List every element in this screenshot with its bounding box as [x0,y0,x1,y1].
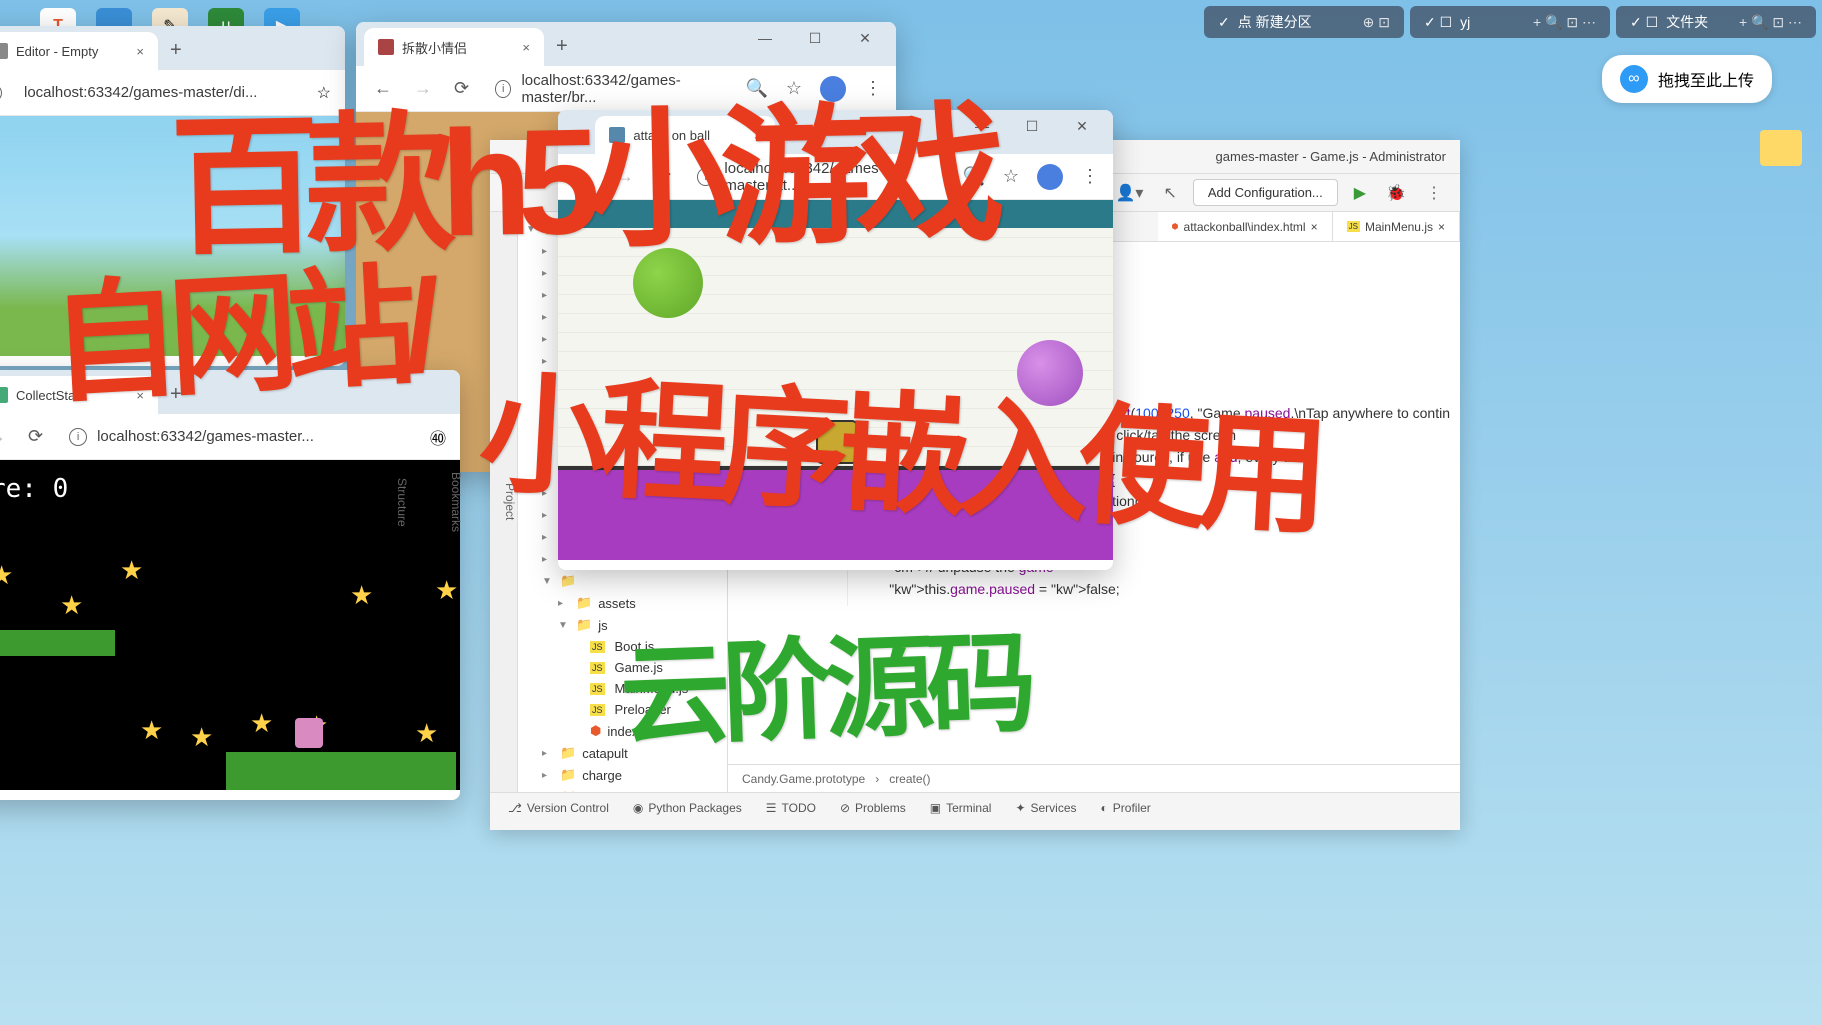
chrome-window-collectstart: CollectStart× + → ⟳ ilocalhost:63342/gam… [0,370,460,800]
cloud-icon: ∞ [1620,65,1648,93]
run-icon[interactable]: ▶ [1350,179,1370,207]
more-icon[interactable]: ⋮ [1422,179,1446,207]
forward-button[interactable]: → [410,74,436,103]
browser-tab[interactable]: attack on ball× [595,116,775,154]
chrome-window-editor: Editor - Empty× + i localhost:63342/game… [0,26,345,366]
star-icon[interactable]: ☆ [786,78,802,99]
star-icon[interactable]: ☆ [1003,166,1019,187]
bottom-tab[interactable]: ⊘ Problems [840,801,906,815]
browser-tab[interactable]: Editor - Empty× [0,32,158,70]
tree-file[interactable]: MainMenu.js [518,678,727,699]
back-button[interactable]: ← [370,74,396,103]
reload-button[interactable]: ⟳ [24,422,47,451]
new-tab-button[interactable]: + [158,375,194,414]
close-icon[interactable]: × [136,388,144,403]
close-button[interactable]: ✕ [842,22,888,54]
close-icon[interactable]: × [136,44,144,59]
zoom-icon[interactable]: 🔍 [962,166,984,187]
minimize-button[interactable]: — [742,22,788,54]
ide-bottom-tabs: ⎇ Version Control ◉ Python Packages ☰ TO… [490,792,1460,822]
back-icon[interactable]: ↖ [1159,179,1180,207]
editor-tab[interactable]: JSMainMenu.js × [1333,212,1460,241]
address-bar[interactable]: ilocalhost:63342/games-master/at... [689,160,948,194]
tree-file[interactable]: Preloader [518,699,727,720]
address-bar[interactable]: localhost:63342/games-master/di... [16,84,303,101]
close-icon[interactable]: × [754,128,762,143]
left-rail[interactable]: Project Bookmarks Structure [490,212,518,792]
back-button[interactable]: ← [572,162,598,191]
new-tab-button[interactable]: + [544,27,580,66]
game-viewport[interactable] [0,116,345,356]
player-sprite [295,718,323,748]
score-label: re: 0 [0,460,460,518]
maximize-button[interactable]: ☐ [1009,110,1055,142]
bottom-tab[interactable]: ☰ TODO [766,801,816,815]
desktop-tab[interactable]: ✓ ☐ 文件夹+ 🔍 ⊡ ⋯ [1616,6,1816,38]
zoom-icon[interactable]: 🔍 [745,78,767,99]
tree-file[interactable]: Game.js [518,657,727,678]
minimize-button[interactable]: — [959,110,1005,142]
bottom-tab[interactable]: ✦ Services [1015,801,1076,815]
run-config-select[interactable]: Add Configuration... [1193,179,1338,206]
purple-ball [1017,340,1083,406]
translate-icon[interactable]: ㊵ [430,425,446,449]
reload-button[interactable]: ⟳ [652,162,675,191]
new-tab-button[interactable]: + [775,115,811,154]
breadcrumb[interactable]: Candy.Game.prototype › create() [728,764,1460,792]
player-character [816,420,858,464]
forward-button[interactable]: → [612,162,638,191]
profile-avatar[interactable] [820,76,846,102]
address-bar[interactable]: ilocalhost:63342/games-master... [61,428,416,446]
menu-icon[interactable]: ⋮ [864,78,882,99]
tab-search-icon[interactable]: ⌄ [566,118,595,154]
site-info-icon[interactable]: i [0,84,2,102]
debug-icon[interactable]: 🐞 [1382,179,1410,207]
tree-file[interactable]: Boot.js [518,636,727,657]
bottom-tab[interactable]: ◐ Profiler [1101,801,1151,815]
bottom-tab[interactable]: ▣ Terminal [930,801,992,815]
editor-tab[interactable]: ⬢attackonball\index.html × [1158,212,1333,241]
close-button[interactable]: ✕ [1059,110,1105,142]
new-tab-button[interactable]: + [158,31,194,70]
user-icon[interactable]: 👤▾ [1112,179,1148,207]
browser-tab[interactable]: 拆散小情侣× [364,28,544,66]
bottom-tab[interactable]: ◉ Python Packages [633,801,742,815]
browser-tab[interactable]: CollectStart× [0,376,158,414]
profile-avatar[interactable] [1037,164,1063,190]
cloud-upload-label: 拖拽至此上传 [1658,67,1754,91]
game-viewport[interactable]: re: 0 ★ ★ ★ ★ ★ ★ ★ ★ ★ ★ [0,460,460,790]
tree-file[interactable]: ⬢ index.html [518,720,727,742]
cloud-upload-badge[interactable]: ∞ 拖拽至此上传 [1602,55,1772,103]
menu-icon[interactable]: ⋮ [1081,166,1099,187]
desktop-tab[interactable]: ✓ ☐ yj+ 🔍 ⊡ ⋯ [1410,6,1610,38]
close-icon[interactable]: × [522,40,530,55]
bottom-tab[interactable]: ⎇ Version Control [508,801,609,815]
address-bar[interactable]: ilocalhost:63342/games-master/br... [487,72,731,106]
game-viewport[interactable] [558,200,1113,560]
desktop-tabs: ✓ 点 新建分区⊕ ⊡ ✓ ☐ yj+ 🔍 ⊡ ⋯ ✓ ☐ 文件夹+ 🔍 ⊡ ⋯ [1198,0,1822,44]
star-icon[interactable]: ☆ [317,83,331,103]
maximize-button[interactable]: ☐ [792,22,838,54]
forward-button[interactable]: → [0,422,10,451]
desktop-folder-icon[interactable] [1760,130,1802,166]
green-ball [633,248,703,318]
chrome-window-attackonball: ⌄ attack on ball× + — ☐ ✕ ← → ⟳ ilocalho… [558,110,1113,570]
reload-button[interactable]: ⟳ [450,74,473,103]
desktop-tab[interactable]: ✓ 点 新建分区⊕ ⊡ [1204,6,1404,38]
